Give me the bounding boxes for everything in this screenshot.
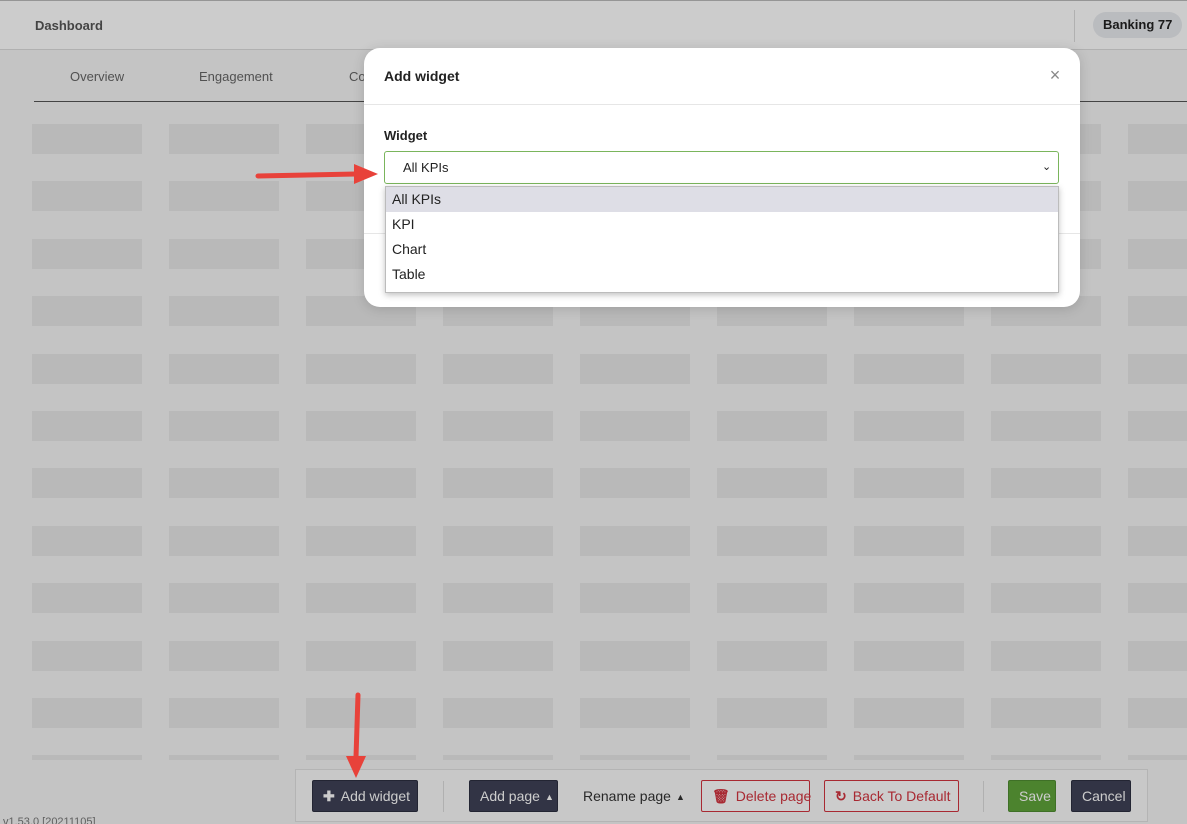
chevron-down-icon: ⌄: [1042, 161, 1052, 173]
add-widget-modal: Add widget × Widget All KPIs ⌄ All KPIs …: [364, 48, 1080, 307]
option-table[interactable]: Table: [386, 262, 1058, 287]
modal-header: Add widget ×: [364, 48, 1080, 105]
widget-select-value: All KPIs: [403, 160, 449, 175]
close-icon[interactable]: ×: [1046, 65, 1064, 85]
option-kpi[interactable]: KPI: [386, 212, 1058, 237]
widget-field-label: Widget: [384, 128, 428, 143]
widget-options-list: All KPIs KPI Chart Table: [385, 186, 1059, 293]
option-all-kpis[interactable]: All KPIs: [386, 187, 1058, 212]
widget-select[interactable]: All KPIs ⌄: [384, 151, 1059, 184]
option-chart[interactable]: Chart: [386, 237, 1058, 262]
modal-title: Add widget: [384, 68, 460, 84]
